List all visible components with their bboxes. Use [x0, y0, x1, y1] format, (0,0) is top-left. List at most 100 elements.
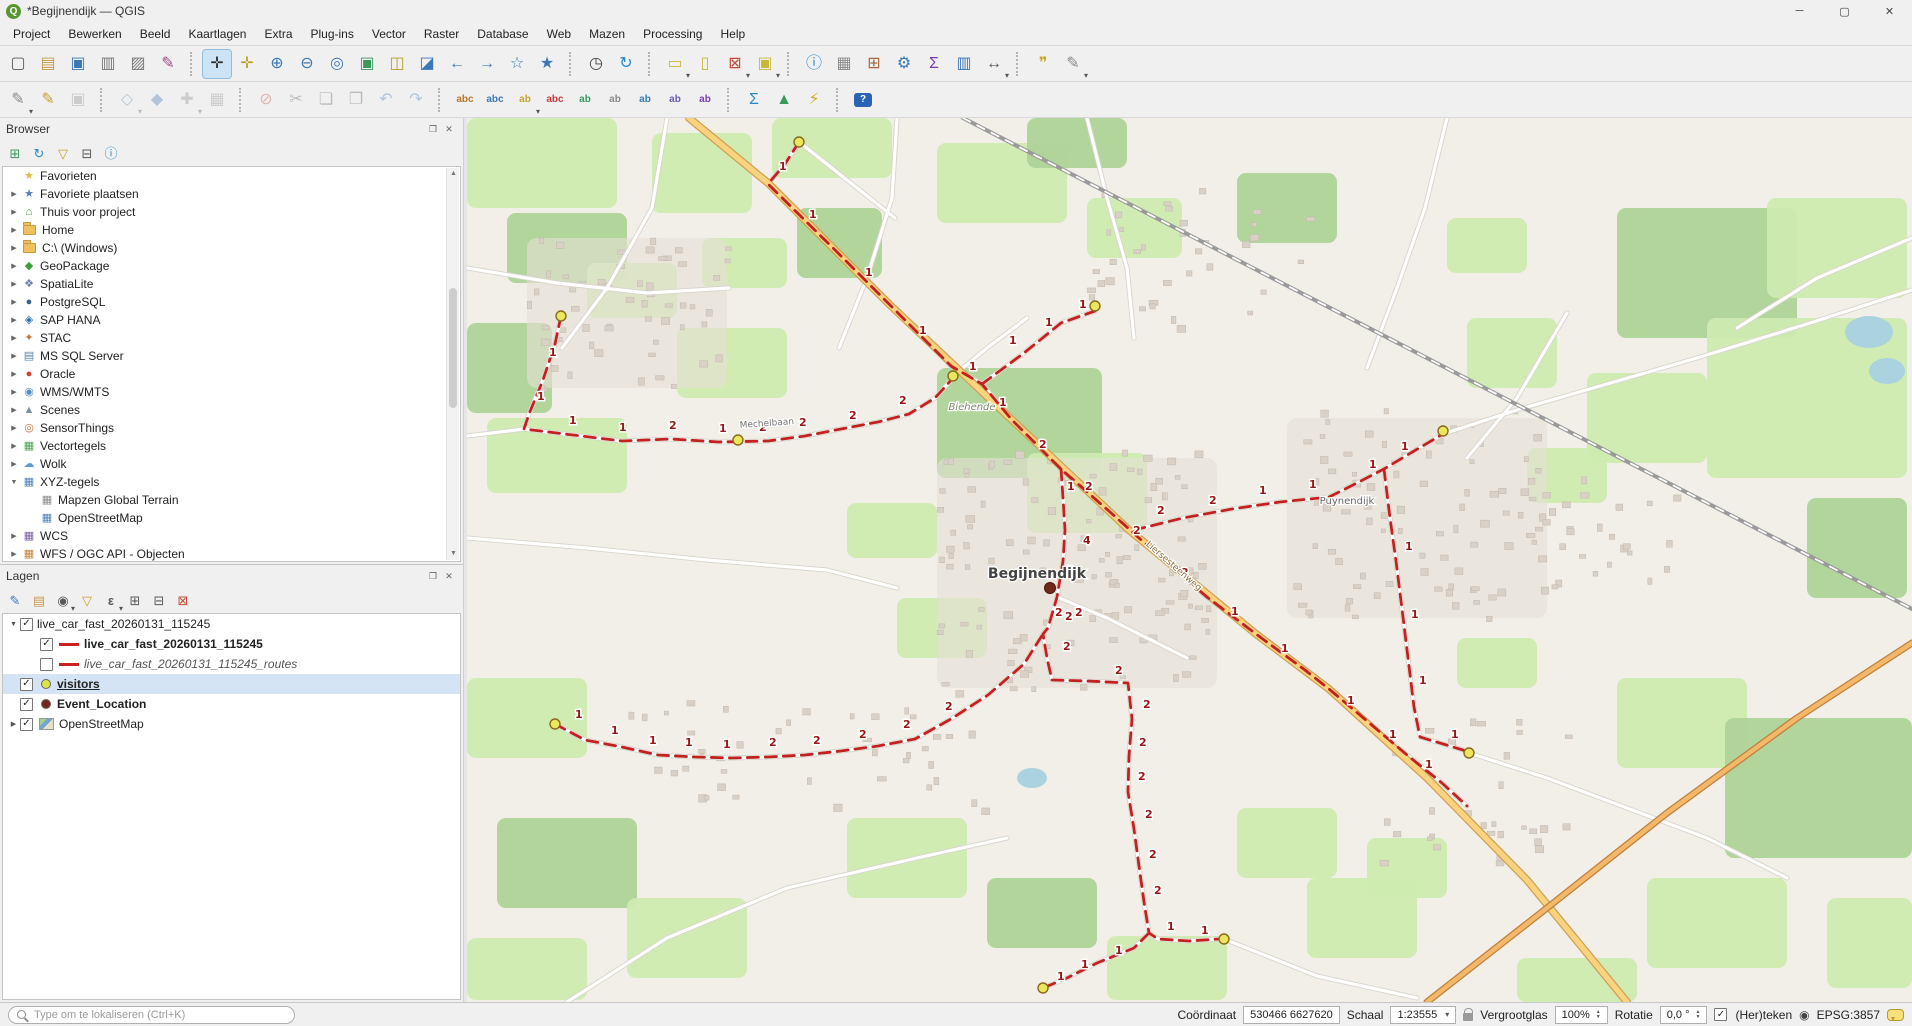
help-button[interactable]: ?	[849, 86, 877, 114]
current-edits-button[interactable]: ✎▾	[4, 86, 32, 114]
menu-item-processing[interactable]: Processing	[634, 24, 711, 44]
deselect-features-button[interactable]: ⊠▾	[721, 50, 749, 78]
chevron-right-icon[interactable]: ▶	[7, 370, 21, 378]
browser-item-wcs[interactable]: ▶▦WCS	[3, 527, 460, 545]
temporal-controller-button[interactable]: ◷	[582, 50, 610, 78]
change-label-button[interactable]: ab	[691, 86, 719, 114]
layer-item-openstreetmap[interactable]: ▶✓OpenStreetMap	[3, 714, 460, 734]
select-features-by-value-button[interactable]: ▯	[691, 50, 719, 78]
dropdown-caret-icon[interactable]: ▾	[686, 71, 690, 80]
manage-map-themes-button[interactable]: ◉▾	[52, 589, 74, 611]
mesh-calculator-button[interactable]: ▲	[770, 86, 798, 114]
map-canvas[interactable]: 1111112222111111112211111111111121222211…	[467, 118, 1912, 1002]
layer-checkbox[interactable]: ✓	[20, 678, 33, 691]
select-all-features-button[interactable]: ▣▾	[751, 50, 779, 78]
locator-search[interactable]	[8, 1006, 295, 1024]
layer-labeling-rules-button[interactable]: abc	[481, 86, 509, 114]
new-annotation-button[interactable]: ✎▾	[1059, 50, 1087, 78]
layer-labeling-button[interactable]: abc	[451, 86, 479, 114]
messages-icon[interactable]	[1887, 1009, 1904, 1021]
layer-item-live-car-fast-20260131-115245-group[interactable]: ▼✓live_car_fast_20260131_115245	[3, 614, 460, 634]
layer-checkbox[interactable]: ✓	[40, 638, 53, 651]
menu-item-kaartlagen[interactable]: Kaartlagen	[179, 24, 255, 44]
browser-item-sensorthings[interactable]: ▶◎SensorThings	[3, 419, 460, 437]
collapse-all-button[interactable]: ⊟	[76, 142, 98, 164]
browser-item-thuis-voor-project[interactable]: ▶⌂Thuis voor project	[3, 203, 460, 221]
layer-checkbox[interactable]: ✓	[20, 718, 33, 731]
menu-item-help[interactable]: Help	[711, 24, 754, 44]
collapse-all-layers-button[interactable]: ⊟	[148, 589, 170, 611]
chevron-right-icon[interactable]: ▶	[7, 226, 21, 234]
browser-item-wolk[interactable]: ▶☁Wolk	[3, 455, 460, 473]
browser-scrollbar[interactable]: ▲▼	[446, 168, 459, 560]
pin-labels-button[interactable]: ab	[571, 86, 599, 114]
show-hidden-labels-button[interactable]: ab	[601, 86, 629, 114]
browser-item-spatialite[interactable]: ▶❖SpatiaLite	[3, 275, 460, 293]
chevron-right-icon[interactable]: ▶	[7, 532, 21, 540]
browser-item-c-windows[interactable]: ▶C:\ (Windows)	[3, 239, 460, 257]
menu-item-plug-ins[interactable]: Plug-ins	[302, 24, 363, 44]
style-manager-button[interactable]: ✎	[154, 50, 182, 78]
open-layer-styling-panel-button[interactable]: ✎	[4, 589, 26, 611]
layer-item-live-car-fast-20260131-115245-routes[interactable]: ✓live_car_fast_20260131_115245_routes	[3, 654, 460, 674]
chevron-right-icon[interactable]: ▶	[7, 244, 21, 252]
add-group-button[interactable]: ▤	[28, 589, 50, 611]
chevron-right-icon[interactable]: ▶	[7, 442, 21, 450]
menu-item-beeld[interactable]: Beeld	[131, 24, 180, 44]
search-input[interactable]	[32, 1008, 286, 1022]
statistical-summary-button[interactable]: Σ	[920, 50, 948, 78]
float-panel-icon[interactable]: ❐	[425, 571, 441, 582]
rotate-label-button[interactable]: ab	[661, 86, 689, 114]
field-calculator-button[interactable]: ⊞	[860, 50, 888, 78]
chevron-down-icon[interactable]: ▼	[7, 479, 21, 486]
add-selected-layers-button[interactable]: ⊞	[4, 142, 26, 164]
dropdown-caret-icon[interactable]: ▾	[536, 107, 540, 116]
layer-item-visitors[interactable]: ✓visitors	[3, 674, 460, 694]
remove-layer-button[interactable]: ⊠	[172, 589, 194, 611]
zoom-next-button[interactable]: →	[473, 50, 501, 78]
save-project-button[interactable]: ▣	[64, 50, 92, 78]
layer-checkbox[interactable]: ✓	[20, 618, 33, 631]
dropdown-caret-icon[interactable]: ▾	[71, 604, 75, 613]
dropdown-caret-icon[interactable]: ▾	[119, 604, 123, 613]
scrollbar-thumb[interactable]	[449, 288, 457, 408]
browser-item-oracle[interactable]: ▶●Oracle	[3, 365, 460, 383]
identify-features-button[interactable]: ⓘ	[800, 50, 828, 78]
scale-combo[interactable]: 1:23555 ▾	[1390, 1006, 1456, 1024]
open-project-button[interactable]: ▤	[34, 50, 62, 78]
browser-item-wms-wmts[interactable]: ▶◉WMS/WMTS	[3, 383, 460, 401]
filter-browser-button[interactable]: ▽	[52, 142, 74, 164]
chevron-right-icon[interactable]: ▶	[7, 388, 21, 396]
refresh-map-button[interactable]: ↻	[612, 50, 640, 78]
show-statistics-button[interactable]: ▥	[950, 50, 978, 78]
zoom-full-button[interactable]: ▣	[353, 50, 381, 78]
dropdown-caret-icon[interactable]: ▾	[746, 71, 750, 80]
pan-to-selection-button[interactable]: ✛	[233, 50, 261, 78]
scroll-down-icon[interactable]: ▼	[447, 548, 460, 560]
chevron-right-icon[interactable]: ▶	[7, 208, 21, 216]
dropdown-caret-icon[interactable]: ▾	[138, 107, 142, 116]
zoom-native-button[interactable]: ◎	[323, 50, 351, 78]
open-attribute-table-button[interactable]: ▦	[830, 50, 858, 78]
checkbox-icon[interactable]: ✓	[1714, 1008, 1727, 1021]
render-checkbox[interactable]: ✓ (Her)teken	[1714, 1008, 1792, 1022]
chevron-right-icon[interactable]: ▶	[7, 720, 20, 728]
refresh-browser-button[interactable]: ↻	[28, 142, 50, 164]
measure-line-button[interactable]: ↔▾	[980, 50, 1008, 78]
menu-item-database[interactable]: Database	[468, 24, 537, 44]
menu-item-mazen[interactable]: Mazen	[580, 24, 634, 44]
diagram-options-button[interactable]: Σ	[740, 86, 768, 114]
expand-all-button[interactable]: ⊞	[124, 589, 146, 611]
browser-item-postgresql[interactable]: ▶●PostgreSQL	[3, 293, 460, 311]
zoom-out-button[interactable]: ⊖	[293, 50, 321, 78]
browser-item-stac[interactable]: ▶✦STAC	[3, 329, 460, 347]
layer-item-live-car-fast-20260131-115245[interactable]: ✓live_car_fast_20260131_115245	[3, 634, 460, 654]
new-project-button[interactable]: ▢	[4, 50, 32, 78]
menu-item-extra[interactable]: Extra	[255, 24, 301, 44]
menu-item-project[interactable]: Project	[4, 24, 59, 44]
coordinate-input[interactable]: 530466 6627620	[1243, 1006, 1340, 1024]
browser-item-favoriete-plaatsen[interactable]: ▶★Favoriete plaatsen	[3, 185, 460, 203]
map-tips-button[interactable]: ❞	[1029, 50, 1057, 78]
move-label-button[interactable]: ab	[631, 86, 659, 114]
show-spatial-bookmarks-button[interactable]: ★	[533, 50, 561, 78]
